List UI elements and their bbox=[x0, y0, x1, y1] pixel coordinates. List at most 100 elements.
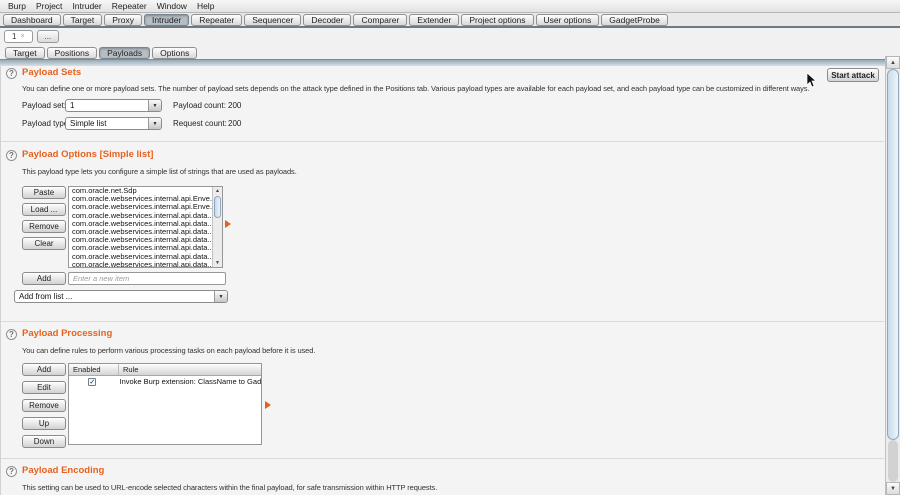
menu-repeater[interactable]: Repeater bbox=[107, 0, 152, 12]
tab-repeater[interactable]: Repeater bbox=[191, 14, 242, 26]
list-item[interactable]: com.oracle.webservices.internal.api.data… bbox=[69, 236, 212, 244]
resize-arrow-icon bbox=[265, 401, 271, 409]
list-item[interactable]: com.oracle.webservices.internal.api.data… bbox=[69, 253, 212, 261]
rule-column-header[interactable]: Rule bbox=[119, 364, 138, 375]
list-item[interactable]: com.oracle.webservices.internal.api.data… bbox=[69, 220, 212, 228]
payload-set-value: 1 bbox=[66, 100, 148, 111]
payload-sets-title: Payload Sets bbox=[22, 67, 81, 78]
tab-user-options[interactable]: User options bbox=[536, 14, 600, 26]
add-item-button[interactable]: Add bbox=[22, 272, 66, 285]
close-icon[interactable]: × bbox=[20, 33, 24, 40]
menu-help[interactable]: Help bbox=[192, 0, 219, 12]
tab-proxy[interactable]: Proxy bbox=[104, 14, 142, 26]
down-button[interactable]: Down bbox=[22, 435, 66, 448]
payload-type-select[interactable]: Simple list ▼ bbox=[65, 117, 162, 130]
scroll-up-icon[interactable]: ▲ bbox=[213, 187, 222, 195]
intruder-tab-positions[interactable]: Positions bbox=[47, 47, 98, 59]
payload-list-scrollbar[interactable]: ▲ ▼ bbox=[212, 187, 222, 267]
payload-set-select[interactable]: 1 ▼ bbox=[65, 99, 162, 112]
intruder-tab-target[interactable]: Target bbox=[5, 47, 45, 59]
intruder-tab-payloads[interactable]: Payloads bbox=[99, 47, 150, 59]
menu-window[interactable]: Window bbox=[152, 0, 192, 12]
add-button[interactable]: Add bbox=[22, 363, 66, 376]
attack-tab-more[interactable]: ... bbox=[37, 30, 60, 43]
table-body: ✓ Invoke Burp extension: ClassName to Gad… bbox=[69, 376, 261, 387]
attack-tab-1[interactable]: 1 × bbox=[4, 30, 33, 43]
intruder-tab-options[interactable]: Options bbox=[152, 47, 197, 59]
vertical-scrollbar[interactable]: ▲ ▼ bbox=[885, 56, 900, 495]
payload-count-value: 200 bbox=[228, 101, 241, 110]
table-header: Enabled Rule bbox=[69, 364, 261, 376]
list-item[interactable]: com.oracle.net.Sdp bbox=[69, 187, 212, 195]
payload-encoding-title: Payload Encoding bbox=[22, 465, 104, 476]
menu-project[interactable]: Project bbox=[31, 0, 67, 12]
edit-button[interactable]: Edit bbox=[22, 381, 66, 394]
payload-count-label: Payload count: bbox=[173, 101, 226, 110]
burp-window: BurpProjectIntruderRepeaterWindowHelp Da… bbox=[0, 0, 900, 495]
tab-project-options[interactable]: Project options bbox=[461, 14, 533, 26]
tab-gadgetprobe[interactable]: GadgetProbe bbox=[601, 14, 668, 26]
section-divider bbox=[1, 458, 884, 459]
tab-separator-band bbox=[0, 59, 900, 66]
payload-processing-title: Payload Processing bbox=[22, 328, 112, 339]
tab-comparer[interactable]: Comparer bbox=[353, 14, 407, 26]
new-item-input[interactable] bbox=[68, 272, 226, 285]
payload-list[interactable]: com.oracle.net.Sdpcom.oracle.webservices… bbox=[68, 186, 223, 268]
enabled-column-header[interactable]: Enabled bbox=[69, 364, 119, 375]
request-count-value: 200 bbox=[228, 119, 241, 128]
remove-button[interactable]: Remove bbox=[22, 220, 66, 233]
tab-dashboard[interactable]: Dashboard bbox=[3, 14, 61, 26]
chevron-down-icon: ▼ bbox=[148, 118, 161, 129]
payload-options-description: This payload type lets you configure a s… bbox=[22, 167, 297, 176]
scrollbar-thumb[interactable] bbox=[214, 196, 221, 218]
payload-options-buttons: Paste Load ... Remove Clear bbox=[22, 186, 66, 250]
list-item[interactable]: com.oracle.webservices.internal.api.data… bbox=[69, 244, 212, 252]
main-tab-bar: DashboardTargetProxyIntruderRepeaterSequ… bbox=[0, 13, 900, 28]
tab-extender[interactable]: Extender bbox=[409, 14, 459, 26]
menu-burp[interactable]: Burp bbox=[3, 0, 31, 12]
payload-processing-description: You can define rules to perform various … bbox=[22, 346, 315, 355]
payload-encoding-description: This setting can be used to URL-encode s… bbox=[22, 483, 437, 492]
list-item[interactable]: com.oracle.webservices.internal.api.data… bbox=[69, 228, 212, 236]
list-item[interactable]: com.oracle.webservices.internal.api.data… bbox=[69, 212, 212, 220]
help-icon[interactable]: ? bbox=[6, 68, 17, 79]
payload-set-label: Payload set: bbox=[22, 101, 66, 110]
list-item[interactable]: com.oracle.webservices.internal.api.Enve… bbox=[69, 203, 212, 211]
chevron-down-icon: ▼ bbox=[148, 100, 161, 111]
enabled-cell: ✓ bbox=[69, 378, 116, 386]
add-from-list-select[interactable]: Add from list ... ▼ bbox=[14, 290, 228, 303]
clear-button[interactable]: Clear bbox=[22, 237, 66, 250]
rule-cell: Invoke Burp extension: ClassName to Gadg… bbox=[116, 377, 262, 386]
load-button[interactable]: Load ... bbox=[22, 203, 66, 216]
list-item[interactable]: com.oracle.webservices.internal.api.data… bbox=[69, 261, 212, 267]
scroll-down-icon[interactable]: ▼ bbox=[213, 259, 222, 267]
scroll-up-icon[interactable]: ▲ bbox=[886, 56, 900, 69]
resize-arrow-icon bbox=[225, 220, 231, 228]
tab-intruder[interactable]: Intruder bbox=[144, 14, 189, 26]
help-icon[interactable]: ? bbox=[6, 466, 17, 477]
attack-tab-1-label: 1 bbox=[12, 32, 16, 41]
tab-sequencer[interactable]: Sequencer bbox=[244, 14, 301, 26]
remove-button[interactable]: Remove bbox=[22, 399, 66, 412]
payload-sets-description: You can define one or more payload sets.… bbox=[22, 84, 809, 93]
payload-type-value: Simple list bbox=[66, 118, 148, 129]
scrollbar-thumb[interactable] bbox=[887, 69, 899, 440]
scrollbar-track[interactable] bbox=[888, 440, 898, 482]
attack-tab-bar: 1 × ... bbox=[0, 28, 900, 44]
menu-bar: BurpProjectIntruderRepeaterWindowHelp bbox=[0, 0, 900, 13]
section-divider bbox=[1, 141, 884, 142]
help-icon[interactable]: ? bbox=[6, 329, 17, 340]
list-item[interactable]: com.oracle.webservices.internal.api.Enve… bbox=[69, 195, 212, 203]
start-attack-button[interactable]: Start attack bbox=[827, 68, 879, 82]
tab-decoder[interactable]: Decoder bbox=[303, 14, 351, 26]
checkbox-checked-icon[interactable]: ✓ bbox=[88, 378, 96, 386]
up-button[interactable]: Up bbox=[22, 417, 66, 430]
help-icon[interactable]: ? bbox=[6, 150, 17, 161]
scroll-down-icon[interactable]: ▼ bbox=[886, 482, 900, 495]
intruder-tab-bar: TargetPositionsPayloadsOptions bbox=[0, 44, 900, 59]
menu-intruder[interactable]: Intruder bbox=[67, 0, 106, 12]
tab-target[interactable]: Target bbox=[63, 14, 103, 26]
table-row[interactable]: ✓ Invoke Burp extension: ClassName to Gad… bbox=[69, 376, 261, 387]
paste-button[interactable]: Paste bbox=[22, 186, 66, 199]
processing-rules-table[interactable]: Enabled Rule ✓ Invoke Burp extension: Cla… bbox=[68, 363, 262, 445]
